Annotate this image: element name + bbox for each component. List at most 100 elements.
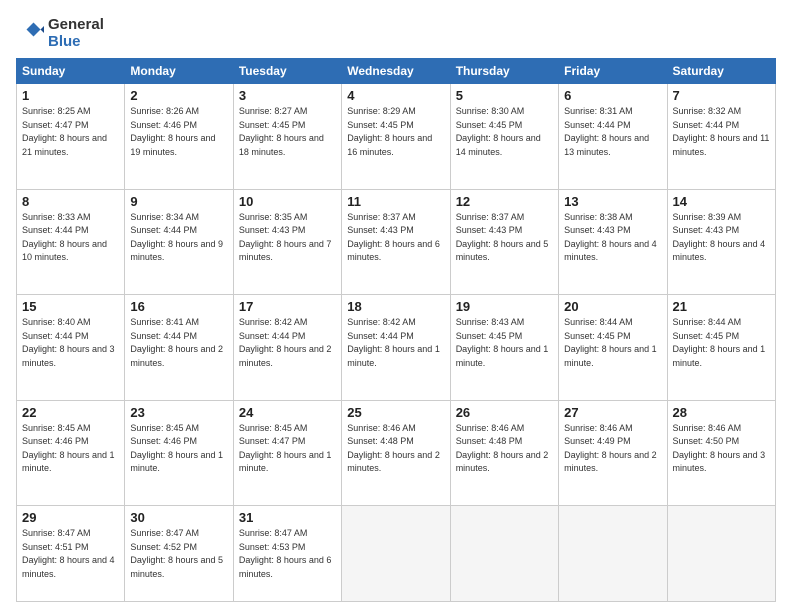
- calendar-cell: 13 Sunrise: 8:38 AMSunset: 4:43 PMDayligh…: [559, 189, 667, 295]
- weekday-header: Tuesday: [233, 59, 341, 84]
- weekday-header: Thursday: [450, 59, 558, 84]
- day-number: 15: [22, 299, 119, 314]
- page: General Blue SundayMondayTuesdayWednesda…: [0, 0, 792, 612]
- calendar-cell: 14 Sunrise: 8:39 AMSunset: 4:43 PMDayligh…: [667, 189, 775, 295]
- day-number: 20: [564, 299, 661, 314]
- day-info: Sunrise: 8:42 AMSunset: 4:44 PMDaylight:…: [239, 316, 336, 370]
- day-info: Sunrise: 8:38 AMSunset: 4:43 PMDaylight:…: [564, 211, 661, 265]
- calendar-cell: 4 Sunrise: 8:29 AMSunset: 4:45 PMDaylight…: [342, 84, 450, 190]
- day-info: Sunrise: 8:39 AMSunset: 4:43 PMDaylight:…: [673, 211, 770, 265]
- day-number: 28: [673, 405, 770, 420]
- day-number: 16: [130, 299, 227, 314]
- day-info: Sunrise: 8:33 AMSunset: 4:44 PMDaylight:…: [22, 211, 119, 265]
- day-number: 29: [22, 510, 119, 525]
- day-number: 11: [347, 194, 444, 209]
- day-number: 5: [456, 88, 553, 103]
- calendar-cell: 30 Sunrise: 8:47 AMSunset: 4:52 PMDayligh…: [125, 506, 233, 602]
- calendar-cell: 7 Sunrise: 8:32 AMSunset: 4:44 PMDaylight…: [667, 84, 775, 190]
- day-info: Sunrise: 8:42 AMSunset: 4:44 PMDaylight:…: [347, 316, 444, 370]
- day-info: Sunrise: 8:29 AMSunset: 4:45 PMDaylight:…: [347, 105, 444, 159]
- calendar-cell: 20 Sunrise: 8:44 AMSunset: 4:45 PMDayligh…: [559, 295, 667, 401]
- calendar-cell: 29 Sunrise: 8:47 AMSunset: 4:51 PMDayligh…: [17, 506, 125, 602]
- day-info: Sunrise: 8:35 AMSunset: 4:43 PMDaylight:…: [239, 211, 336, 265]
- calendar-cell: 24 Sunrise: 8:45 AMSunset: 4:47 PMDayligh…: [233, 400, 341, 506]
- day-number: 4: [347, 88, 444, 103]
- calendar-cell: 25Sunrise: 8:46 AMSunset: 4:48 PMDayligh…: [342, 400, 450, 506]
- day-number: 27: [564, 405, 661, 420]
- day-info: Sunrise: 8:46 AMSunset: 4:48 PMDaylight:…: [347, 422, 444, 476]
- calendar-cell: 5 Sunrise: 8:30 AMSunset: 4:45 PMDaylight…: [450, 84, 558, 190]
- day-info: Sunrise: 8:46 AMSunset: 4:48 PMDaylight:…: [456, 422, 553, 476]
- day-number: 17: [239, 299, 336, 314]
- day-info: Sunrise: 8:32 AMSunset: 4:44 PMDaylight:…: [673, 105, 770, 159]
- day-info: Sunrise: 8:47 AMSunset: 4:53 PMDaylight:…: [239, 527, 336, 581]
- day-info: Sunrise: 8:27 AMSunset: 4:45 PMDaylight:…: [239, 105, 336, 159]
- day-number: 31: [239, 510, 336, 525]
- day-number: 13: [564, 194, 661, 209]
- calendar-cell: 16 Sunrise: 8:41 AMSunset: 4:44 PMDayligh…: [125, 295, 233, 401]
- day-number: 10: [239, 194, 336, 209]
- calendar-cell: 12 Sunrise: 8:37 AMSunset: 4:43 PMDayligh…: [450, 189, 558, 295]
- day-info: Sunrise: 8:45 AMSunset: 4:46 PMDaylight:…: [22, 422, 119, 476]
- day-info: Sunrise: 8:40 AMSunset: 4:44 PMDaylight:…: [22, 316, 119, 370]
- day-number: 18: [347, 299, 444, 314]
- day-number: 6: [564, 88, 661, 103]
- header: General Blue: [16, 16, 776, 50]
- calendar: SundayMondayTuesdayWednesdayThursdayFrid…: [16, 58, 776, 602]
- day-number: 9: [130, 194, 227, 209]
- day-info: Sunrise: 8:26 AMSunset: 4:46 PMDaylight:…: [130, 105, 227, 159]
- calendar-cell: 11 Sunrise: 8:37 AMSunset: 4:43 PMDayligh…: [342, 189, 450, 295]
- calendar-cell: 9 Sunrise: 8:34 AMSunset: 4:44 PMDaylight…: [125, 189, 233, 295]
- calendar-cell: 23 Sunrise: 8:45 AMSunset: 4:46 PMDayligh…: [125, 400, 233, 506]
- day-number: 30: [130, 510, 227, 525]
- calendar-cell: 17 Sunrise: 8:42 AMSunset: 4:44 PMDayligh…: [233, 295, 341, 401]
- day-info: Sunrise: 8:44 AMSunset: 4:45 PMDaylight:…: [564, 316, 661, 370]
- day-info: Sunrise: 8:47 AMSunset: 4:52 PMDaylight:…: [130, 527, 227, 581]
- day-number: 8: [22, 194, 119, 209]
- day-info: Sunrise: 8:41 AMSunset: 4:44 PMDaylight:…: [130, 316, 227, 370]
- weekday-header: Monday: [125, 59, 233, 84]
- day-info: Sunrise: 8:47 AMSunset: 4:51 PMDaylight:…: [22, 527, 119, 581]
- day-info: Sunrise: 8:25 AMSunset: 4:47 PMDaylight:…: [22, 105, 119, 159]
- calendar-cell: 6Sunrise: 8:31 AMSunset: 4:44 PMDaylight…: [559, 84, 667, 190]
- day-info: Sunrise: 8:37 AMSunset: 4:43 PMDaylight:…: [347, 211, 444, 265]
- day-number: 19: [456, 299, 553, 314]
- calendar-cell: 18 Sunrise: 8:42 AMSunset: 4:44 PMDayligh…: [342, 295, 450, 401]
- day-info: Sunrise: 8:37 AMSunset: 4:43 PMDaylight:…: [456, 211, 553, 265]
- calendar-cell: 22 Sunrise: 8:45 AMSunset: 4:46 PMDayligh…: [17, 400, 125, 506]
- calendar-cell: 27 Sunrise: 8:46 AMSunset: 4:49 PMDayligh…: [559, 400, 667, 506]
- day-info: Sunrise: 8:46 AMSunset: 4:49 PMDaylight:…: [564, 422, 661, 476]
- day-number: 3: [239, 88, 336, 103]
- day-number: 23: [130, 405, 227, 420]
- day-number: 2: [130, 88, 227, 103]
- day-info: Sunrise: 8:44 AMSunset: 4:45 PMDaylight:…: [673, 316, 770, 370]
- calendar-cell: 10 Sunrise: 8:35 AMSunset: 4:43 PMDayligh…: [233, 189, 341, 295]
- day-number: 1: [22, 88, 119, 103]
- calendar-cell: 1 Sunrise: 8:25 AMSunset: 4:47 PMDaylight…: [17, 84, 125, 190]
- calendar-cell: 3 Sunrise: 8:27 AMSunset: 4:45 PMDaylight…: [233, 84, 341, 190]
- calendar-cell: 15 Sunrise: 8:40 AMSunset: 4:44 PMDayligh…: [17, 295, 125, 401]
- day-number: 12: [456, 194, 553, 209]
- day-number: 24: [239, 405, 336, 420]
- calendar-cell: 21 Sunrise: 8:44 AMSunset: 4:45 PMDayligh…: [667, 295, 775, 401]
- day-number: 26: [456, 405, 553, 420]
- day-info: Sunrise: 8:45 AMSunset: 4:46 PMDaylight:…: [130, 422, 227, 476]
- calendar-cell: [559, 506, 667, 602]
- calendar-cell: [342, 506, 450, 602]
- day-number: 7: [673, 88, 770, 103]
- calendar-cell: 19 Sunrise: 8:43 AMSunset: 4:45 PMDayligh…: [450, 295, 558, 401]
- calendar-cell: 26 Sunrise: 8:46 AMSunset: 4:48 PMDayligh…: [450, 400, 558, 506]
- day-info: Sunrise: 8:34 AMSunset: 4:44 PMDaylight:…: [130, 211, 227, 265]
- day-info: Sunrise: 8:45 AMSunset: 4:47 PMDaylight:…: [239, 422, 336, 476]
- calendar-cell: [667, 506, 775, 602]
- day-info: Sunrise: 8:30 AMSunset: 4:45 PMDaylight:…: [456, 105, 553, 159]
- day-info: Sunrise: 8:43 AMSunset: 4:45 PMDaylight:…: [456, 316, 553, 370]
- logo-text: General Blue: [48, 16, 104, 50]
- calendar-cell: 2 Sunrise: 8:26 AMSunset: 4:46 PMDaylight…: [125, 84, 233, 190]
- day-number: 14: [673, 194, 770, 209]
- calendar-cell: 8 Sunrise: 8:33 AMSunset: 4:44 PMDaylight…: [17, 189, 125, 295]
- day-number: 22: [22, 405, 119, 420]
- calendar-cell: [450, 506, 558, 602]
- day-number: 21: [673, 299, 770, 314]
- calendar-cell: 31 Sunrise: 8:47 AMSunset: 4:53 PMDayligh…: [233, 506, 341, 602]
